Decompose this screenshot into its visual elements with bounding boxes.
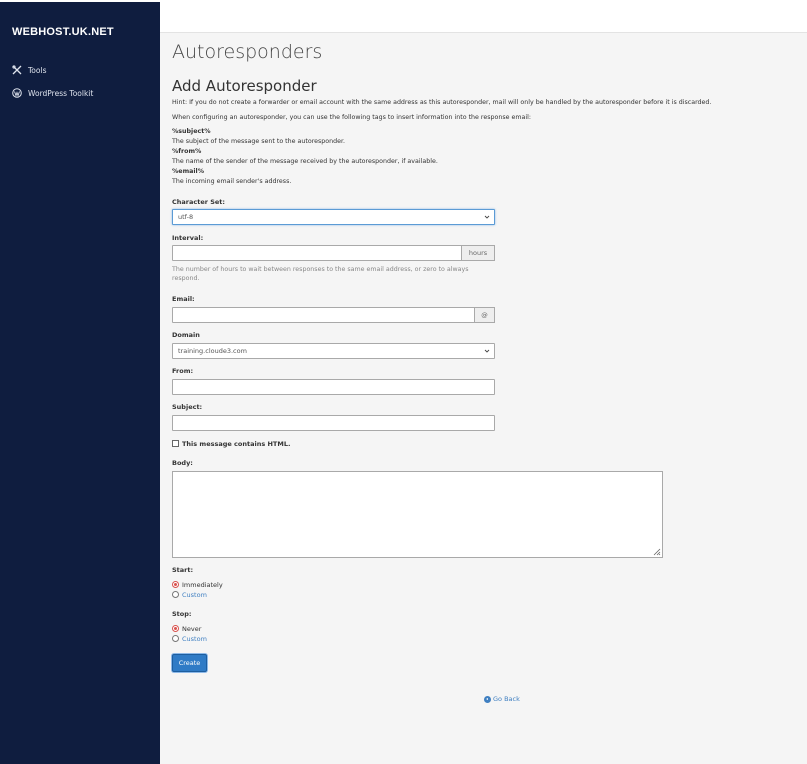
interval-input[interactable] — [172, 245, 462, 261]
stop-custom-radio[interactable] — [172, 635, 179, 642]
page-title: Autoresponders — [172, 41, 323, 63]
start-custom-label[interactable]: Custom — [182, 591, 207, 599]
tag-subject-desc: The subject of the message sent to the a… — [172, 138, 346, 145]
chevron-down-icon — [484, 215, 490, 219]
start-custom-radio[interactable] — [172, 591, 179, 598]
section-title: Add Autoresponder — [172, 77, 317, 95]
interval-help: The number of hours to wait between resp… — [172, 266, 469, 282]
stop-custom-option[interactable]: Custom — [172, 634, 207, 643]
interval-label: Interval: — [172, 234, 204, 242]
html-checkbox[interactable] — [172, 440, 179, 447]
sidebar-item-label: Tools — [28, 65, 47, 75]
email-input[interactable] — [172, 307, 475, 323]
hint-text: Hint: If you do not create a forwarder o… — [172, 99, 712, 106]
start-immediately-option[interactable]: Immediately — [172, 580, 223, 589]
go-back-link[interactable]: Go Back — [484, 695, 520, 703]
tag-subject: %subject% — [172, 128, 211, 135]
tag-from: %from% — [172, 148, 202, 155]
arrow-left-circle-icon — [484, 695, 491, 703]
from-input[interactable] — [172, 379, 495, 395]
stop-never-radio[interactable] — [172, 625, 179, 632]
at-sign-addon: @ — [474, 307, 495, 323]
resize-handle-icon[interactable] — [653, 548, 661, 556]
brand-logo[interactable]: WEBHOST.UK.NET — [12, 26, 114, 38]
subject-label: Subject: — [172, 403, 203, 411]
domain-select[interactable]: training.cloude3.com — [172, 343, 495, 359]
sidebar: WEBHOST.UK.NET Tools WordPress Toolkit — [0, 2, 160, 764]
top-bar — [160, 2, 807, 33]
sidebar-item-tools[interactable]: Tools — [12, 63, 46, 77]
chevron-down-icon — [484, 349, 490, 353]
html-checkbox-row[interactable]: This message contains HTML. — [172, 439, 290, 448]
domain-value: training.cloude3.com — [178, 347, 247, 355]
email-label: Email: — [172, 295, 195, 303]
html-checkbox-label: This message contains HTML. — [182, 439, 291, 448]
start-label: Start: — [172, 566, 194, 574]
charset-value: utf-8 — [178, 213, 194, 221]
sidebar-item-wordpress-toolkit[interactable]: WordPress Toolkit — [12, 86, 93, 100]
charset-label: Character Set: — [172, 198, 226, 206]
start-immediately-label: Immediately — [182, 580, 223, 589]
body-textarea[interactable] — [172, 471, 663, 558]
stop-label: Stop: — [172, 610, 192, 618]
tag-email: %email% — [172, 168, 205, 175]
stop-never-option[interactable]: Never — [172, 624, 201, 633]
sidebar-item-label: WordPress Toolkit — [28, 88, 94, 98]
start-immediately-radio[interactable] — [172, 581, 179, 588]
stop-custom-label[interactable]: Custom — [182, 635, 207, 643]
tag-from-desc: The name of the sender of the message re… — [172, 158, 438, 165]
charset-select[interactable]: utf-8 — [172, 209, 495, 225]
tools-icon — [12, 65, 22, 75]
subject-input[interactable] — [172, 415, 495, 431]
interval-hours-addon: hours — [461, 245, 495, 261]
go-back-label: Go Back — [493, 695, 520, 703]
tag-email-desc: The incoming email sender's address. — [172, 178, 292, 185]
create-button[interactable]: Create — [172, 654, 207, 672]
start-custom-option[interactable]: Custom — [172, 590, 207, 599]
body-label: Body: — [172, 459, 193, 467]
stop-never-label: Never — [182, 624, 202, 633]
tags-intro: When configuring an autoresponder, you c… — [172, 114, 531, 121]
from-label: From: — [172, 367, 194, 375]
domain-label: Domain — [172, 331, 200, 339]
wordpress-icon — [12, 88, 22, 98]
